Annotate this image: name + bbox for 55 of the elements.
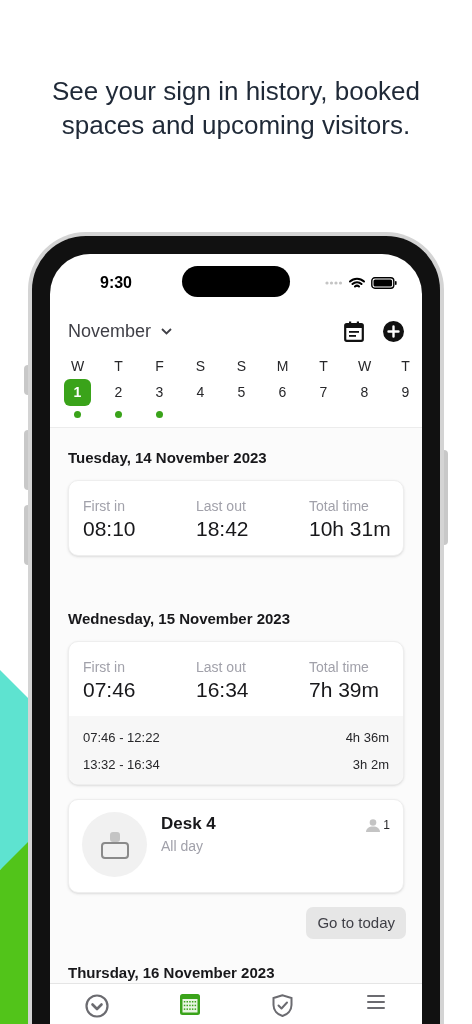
weekday-label: T [401,357,410,375]
date-button[interactable]: 3 [146,379,173,406]
session-range: 13:32 - 16:34 [83,755,160,774]
weekday-label: M [276,357,289,375]
date-button[interactable]: 7 [310,379,337,406]
weekday-label: T [319,357,328,375]
attendee-count: 1 [383,817,390,834]
stat-label: Total time [309,658,370,676]
stat-value: 07:46 [83,677,137,703]
stat-label: Last out [196,497,247,515]
stat-label: Last out [196,658,247,676]
weekday-label: S [195,357,206,375]
add-icon[interactable] [383,320,404,342]
day-heading: Wednesday, 15 November 2023 [68,609,292,629]
chevron-down-icon [161,327,173,335]
weekday-label: S [236,357,247,375]
session-duration: 3h 2m [352,755,389,774]
stat-label: Total time [309,497,370,515]
booking-card[interactable]: Desk 4 All day 1 [68,799,404,893]
stat-label: First in [83,658,126,676]
date-button[interactable]: 9 [392,379,419,406]
weekday-label: T [114,357,123,375]
stat-label: First in [83,497,126,515]
month-dropdown[interactable]: November [68,317,173,345]
stat-value: 7h 39m [309,677,381,703]
menu-icon[interactable] [366,994,385,1010]
weekday-label: W [70,357,85,375]
weekday-label: W [357,357,372,375]
date-button[interactable]: 8 [351,379,378,406]
status-time: 9:30 [100,273,132,293]
wifi-icon [349,277,365,289]
person-icon [366,818,381,832]
date-button[interactable]: 6 [269,379,296,406]
day-heading: Tuesday, 14 November 2023 [68,448,268,468]
headline: See your sign in history, booked spaces and upcoming visitors. [50,75,422,142]
calendar-icon[interactable] [344,320,364,342]
session-duration: 4h 36m [345,728,389,747]
session-range: 07:46 - 12:22 [83,728,160,747]
chevron-circle-icon[interactable] [84,994,109,1018]
signal-icon [325,281,343,285]
shield-check-icon[interactable] [272,994,293,1017]
booking-name: Desk 4 [161,813,217,835]
stat-value: 16:34 [196,677,250,703]
stat-value: 08:10 [83,516,137,542]
day-heading: Thursday, 16 November 2023 [68,963,276,983]
date-button[interactable]: 2 [105,379,132,406]
stat-value: 18:42 [196,516,250,542]
desk-icon [99,829,130,860]
stat-value: 10h 31m [309,516,391,542]
go-to-today-button[interactable]: Go to today [306,907,406,939]
booking-time: All day [161,837,205,856]
date-button[interactable]: 5 [228,379,255,406]
date-button[interactable]: 4 [187,379,214,406]
battery-icon [371,277,397,289]
weekday-label: F [155,357,164,375]
